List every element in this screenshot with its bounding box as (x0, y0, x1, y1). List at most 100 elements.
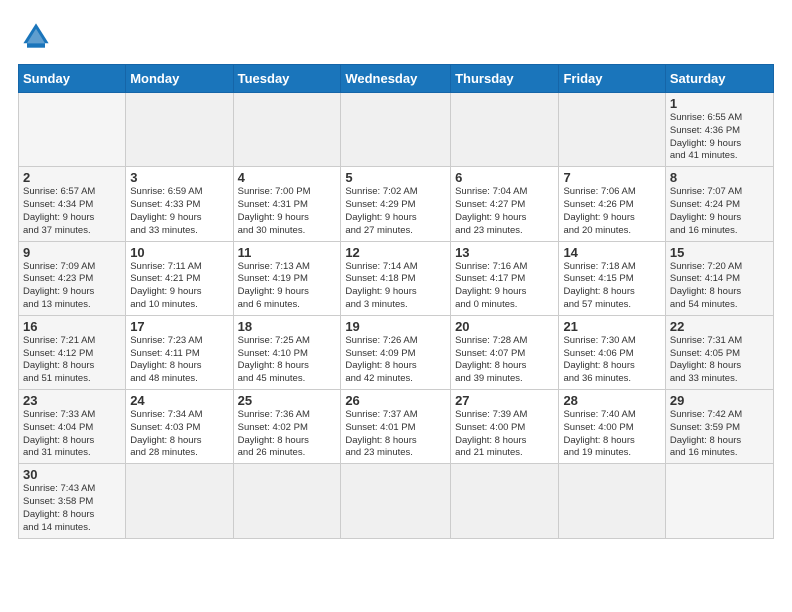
day-info: Sunrise: 7:23 AM Sunset: 4:11 PM Dayligh… (130, 335, 228, 386)
day-cell: 23Sunrise: 7:33 AM Sunset: 4:04 PM Dayli… (19, 390, 126, 464)
day-cell (559, 464, 665, 538)
day-info: Sunrise: 7:06 AM Sunset: 4:26 PM Dayligh… (563, 186, 660, 237)
day-cell: 5Sunrise: 7:02 AM Sunset: 4:29 PM Daylig… (341, 167, 451, 241)
day-info: Sunrise: 7:18 AM Sunset: 4:15 PM Dayligh… (563, 261, 660, 312)
week-row-5: 30Sunrise: 7:43 AM Sunset: 3:58 PM Dayli… (19, 464, 774, 538)
day-info: Sunrise: 7:04 AM Sunset: 4:27 PM Dayligh… (455, 186, 554, 237)
day-cell: 15Sunrise: 7:20 AM Sunset: 4:14 PM Dayli… (665, 241, 773, 315)
day-number: 27 (455, 393, 554, 408)
day-info: Sunrise: 7:16 AM Sunset: 4:17 PM Dayligh… (455, 261, 554, 312)
day-cell: 8Sunrise: 7:07 AM Sunset: 4:24 PM Daylig… (665, 167, 773, 241)
day-number: 17 (130, 319, 228, 334)
day-number: 30 (23, 467, 121, 482)
logo-icon (18, 18, 54, 54)
day-info: Sunrise: 7:40 AM Sunset: 4:00 PM Dayligh… (563, 409, 660, 460)
day-cell: 28Sunrise: 7:40 AM Sunset: 4:00 PM Dayli… (559, 390, 665, 464)
day-number: 6 (455, 170, 554, 185)
week-row-4: 23Sunrise: 7:33 AM Sunset: 4:04 PM Dayli… (19, 390, 774, 464)
day-info: Sunrise: 7:36 AM Sunset: 4:02 PM Dayligh… (238, 409, 337, 460)
day-cell: 10Sunrise: 7:11 AM Sunset: 4:21 PM Dayli… (126, 241, 233, 315)
day-cell: 21Sunrise: 7:30 AM Sunset: 4:06 PM Dayli… (559, 315, 665, 389)
day-cell: 16Sunrise: 7:21 AM Sunset: 4:12 PM Dayli… (19, 315, 126, 389)
day-info: Sunrise: 7:07 AM Sunset: 4:24 PM Dayligh… (670, 186, 769, 237)
day-cell: 25Sunrise: 7:36 AM Sunset: 4:02 PM Dayli… (233, 390, 341, 464)
day-cell: 14Sunrise: 7:18 AM Sunset: 4:15 PM Dayli… (559, 241, 665, 315)
day-info: Sunrise: 7:39 AM Sunset: 4:00 PM Dayligh… (455, 409, 554, 460)
day-number: 15 (670, 245, 769, 260)
day-info: Sunrise: 6:57 AM Sunset: 4:34 PM Dayligh… (23, 186, 121, 237)
day-cell: 26Sunrise: 7:37 AM Sunset: 4:01 PM Dayli… (341, 390, 451, 464)
day-number: 16 (23, 319, 121, 334)
day-number: 10 (130, 245, 228, 260)
day-info: Sunrise: 7:28 AM Sunset: 4:07 PM Dayligh… (455, 335, 554, 386)
day-cell: 24Sunrise: 7:34 AM Sunset: 4:03 PM Dayli… (126, 390, 233, 464)
day-cell (233, 464, 341, 538)
page: SundayMondayTuesdayWednesdayThursdayFrid… (0, 0, 792, 612)
day-number: 7 (563, 170, 660, 185)
day-cell (665, 464, 773, 538)
day-cell: 11Sunrise: 7:13 AM Sunset: 4:19 PM Dayli… (233, 241, 341, 315)
day-cell: 27Sunrise: 7:39 AM Sunset: 4:00 PM Dayli… (451, 390, 559, 464)
day-cell: 29Sunrise: 7:42 AM Sunset: 3:59 PM Dayli… (665, 390, 773, 464)
day-info: Sunrise: 7:43 AM Sunset: 3:58 PM Dayligh… (23, 483, 121, 534)
week-row-2: 9Sunrise: 7:09 AM Sunset: 4:23 PM Daylig… (19, 241, 774, 315)
day-info: Sunrise: 6:59 AM Sunset: 4:33 PM Dayligh… (130, 186, 228, 237)
day-number: 28 (563, 393, 660, 408)
day-cell: 12Sunrise: 7:14 AM Sunset: 4:18 PM Dayli… (341, 241, 451, 315)
day-cell: 18Sunrise: 7:25 AM Sunset: 4:10 PM Dayli… (233, 315, 341, 389)
day-info: Sunrise: 7:31 AM Sunset: 4:05 PM Dayligh… (670, 335, 769, 386)
weekday-saturday: Saturday (665, 65, 773, 93)
weekday-wednesday: Wednesday (341, 65, 451, 93)
week-row-3: 16Sunrise: 7:21 AM Sunset: 4:12 PM Dayli… (19, 315, 774, 389)
day-number: 19 (345, 319, 446, 334)
day-info: Sunrise: 7:21 AM Sunset: 4:12 PM Dayligh… (23, 335, 121, 386)
day-cell: 13Sunrise: 7:16 AM Sunset: 4:17 PM Dayli… (451, 241, 559, 315)
day-number: 24 (130, 393, 228, 408)
day-number: 9 (23, 245, 121, 260)
day-number: 18 (238, 319, 337, 334)
day-info: Sunrise: 7:34 AM Sunset: 4:03 PM Dayligh… (130, 409, 228, 460)
day-number: 23 (23, 393, 121, 408)
week-row-1: 2Sunrise: 6:57 AM Sunset: 4:34 PM Daylig… (19, 167, 774, 241)
day-cell: 19Sunrise: 7:26 AM Sunset: 4:09 PM Dayli… (341, 315, 451, 389)
day-cell: 9Sunrise: 7:09 AM Sunset: 4:23 PM Daylig… (19, 241, 126, 315)
day-cell (126, 93, 233, 167)
day-number: 22 (670, 319, 769, 334)
header (18, 18, 774, 54)
day-cell: 2Sunrise: 6:57 AM Sunset: 4:34 PM Daylig… (19, 167, 126, 241)
day-number: 1 (670, 96, 769, 111)
day-cell (451, 464, 559, 538)
day-cell: 6Sunrise: 7:04 AM Sunset: 4:27 PM Daylig… (451, 167, 559, 241)
day-number: 5 (345, 170, 446, 185)
day-number: 4 (238, 170, 337, 185)
day-info: Sunrise: 7:42 AM Sunset: 3:59 PM Dayligh… (670, 409, 769, 460)
day-cell: 3Sunrise: 6:59 AM Sunset: 4:33 PM Daylig… (126, 167, 233, 241)
weekday-friday: Friday (559, 65, 665, 93)
day-cell: 30Sunrise: 7:43 AM Sunset: 3:58 PM Dayli… (19, 464, 126, 538)
day-number: 11 (238, 245, 337, 260)
day-number: 26 (345, 393, 446, 408)
day-number: 29 (670, 393, 769, 408)
day-info: Sunrise: 7:20 AM Sunset: 4:14 PM Dayligh… (670, 261, 769, 312)
weekday-tuesday: Tuesday (233, 65, 341, 93)
weekday-thursday: Thursday (451, 65, 559, 93)
day-number: 12 (345, 245, 446, 260)
day-info: Sunrise: 7:14 AM Sunset: 4:18 PM Dayligh… (345, 261, 446, 312)
day-number: 21 (563, 319, 660, 334)
day-number: 25 (238, 393, 337, 408)
day-cell: 4Sunrise: 7:00 PM Sunset: 4:31 PM Daylig… (233, 167, 341, 241)
day-number: 3 (130, 170, 228, 185)
day-cell (126, 464, 233, 538)
day-cell (233, 93, 341, 167)
day-number: 20 (455, 319, 554, 334)
day-cell: 1Sunrise: 6:55 AM Sunset: 4:36 PM Daylig… (665, 93, 773, 167)
weekday-monday: Monday (126, 65, 233, 93)
day-number: 13 (455, 245, 554, 260)
day-info: Sunrise: 7:30 AM Sunset: 4:06 PM Dayligh… (563, 335, 660, 386)
day-info: Sunrise: 7:02 AM Sunset: 4:29 PM Dayligh… (345, 186, 446, 237)
day-info: Sunrise: 7:37 AM Sunset: 4:01 PM Dayligh… (345, 409, 446, 460)
day-number: 2 (23, 170, 121, 185)
day-cell (19, 93, 126, 167)
day-cell: 17Sunrise: 7:23 AM Sunset: 4:11 PM Dayli… (126, 315, 233, 389)
day-info: Sunrise: 7:33 AM Sunset: 4:04 PM Dayligh… (23, 409, 121, 460)
